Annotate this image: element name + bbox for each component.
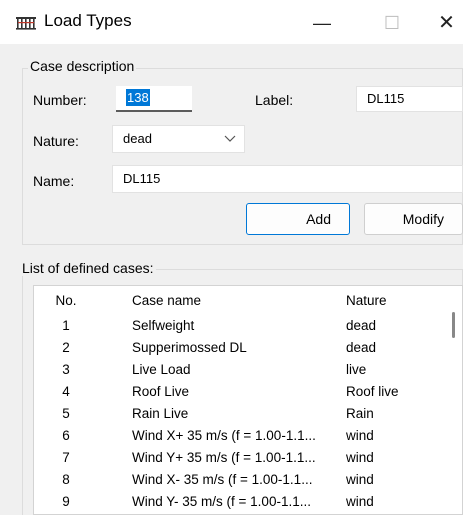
list-header: No. Case name Nature (34, 293, 454, 315)
case-number: 7 (62, 450, 70, 465)
case-name: Wind Y- 35 m/s (f = 1.00-1.1... (132, 494, 311, 509)
case-number: 9 (62, 494, 70, 509)
case-nature: wind (346, 428, 374, 443)
case-number: 6 (62, 428, 70, 443)
list-item[interactable]: 7 Wind Y+ 35 m/s (f = 1.00-1.1... wind (34, 450, 454, 472)
case-nature: Rain (346, 406, 374, 421)
case-name: Supperimossed DL (132, 340, 247, 355)
minimize-button[interactable]: — (300, 8, 344, 38)
case-name: Wind X+ 35 m/s (f = 1.00-1.1... (132, 428, 316, 443)
list-item[interactable]: 5 Rain Live Rain (34, 406, 454, 428)
defined-cases-title: List of defined cases: (20, 260, 156, 276)
case-number: 1 (62, 318, 70, 333)
label-field[interactable]: DL115 (356, 86, 463, 112)
case-name: Live Load (132, 362, 191, 377)
list-item[interactable]: 3 Live Load live (34, 362, 454, 384)
column-header-nature[interactable]: Nature (346, 293, 387, 308)
modify-button[interactable]: Modify (364, 203, 463, 235)
add-button[interactable]: Add (246, 203, 350, 235)
maximize-button[interactable]: ☐ (370, 8, 414, 38)
title-bar: Load Types — ☐ ✕ (0, 0, 463, 44)
number-field-value: 138 (126, 89, 150, 106)
case-nature: wind (346, 472, 374, 487)
column-header-no[interactable]: No. (34, 293, 98, 308)
case-number: 4 (62, 384, 70, 399)
case-nature: wind (346, 494, 374, 509)
chevron-down-icon (224, 126, 236, 152)
case-name: Rain Live (132, 406, 189, 421)
number-field[interactable]: 138 (116, 86, 192, 112)
case-name: Wind Y+ 35 m/s (f = 1.00-1.1... (132, 450, 316, 465)
case-name: Selfweight (132, 318, 195, 333)
close-button[interactable]: ✕ (430, 8, 463, 38)
case-number: 5 (62, 406, 70, 421)
window-title: Load Types (44, 11, 132, 30)
list-scrollbar[interactable] (452, 312, 455, 338)
nature-label: Nature: (33, 133, 79, 149)
case-nature: dead (346, 340, 377, 355)
list-item[interactable]: 9 Wind Y- 35 m/s (f = 1.00-1.1... wind (34, 494, 454, 514)
list-item[interactable]: 6 Wind X+ 35 m/s (f = 1.00-1.1... wind (34, 428, 454, 450)
case-number: 8 (62, 472, 70, 487)
nature-select[interactable]: dead (112, 125, 245, 153)
list-item[interactable]: 2 Supperimossed DL dead (34, 340, 454, 362)
list-item[interactable]: 4 Roof Live Roof live (34, 384, 454, 406)
name-label: Name: (33, 173, 75, 189)
app-icon (16, 16, 36, 30)
nature-select-value: dead (123, 131, 152, 146)
case-nature: live (346, 362, 367, 377)
column-header-case-name[interactable]: Case name (132, 293, 201, 308)
number-label: Number: (33, 92, 87, 108)
case-name: Wind X- 35 m/s (f = 1.00-1.1... (132, 472, 313, 487)
case-nature: Roof live (346, 384, 399, 399)
list-item[interactable]: 1 Selfweight dead (34, 318, 454, 340)
case-number: 2 (62, 340, 70, 355)
case-name: Roof Live (132, 384, 190, 399)
case-nature: wind (346, 450, 374, 465)
list-item[interactable]: 8 Wind X- 35 m/s (f = 1.00-1.1... wind (34, 472, 454, 494)
case-number: 3 (62, 362, 70, 377)
label-label: Label: (255, 92, 294, 108)
cases-list[interactable]: No. Case name Nature 1 Selfweight dead 2… (33, 285, 463, 515)
name-field[interactable]: DL115 (112, 165, 463, 193)
case-description-title: Case description (28, 58, 137, 74)
case-nature: dead (346, 318, 377, 333)
